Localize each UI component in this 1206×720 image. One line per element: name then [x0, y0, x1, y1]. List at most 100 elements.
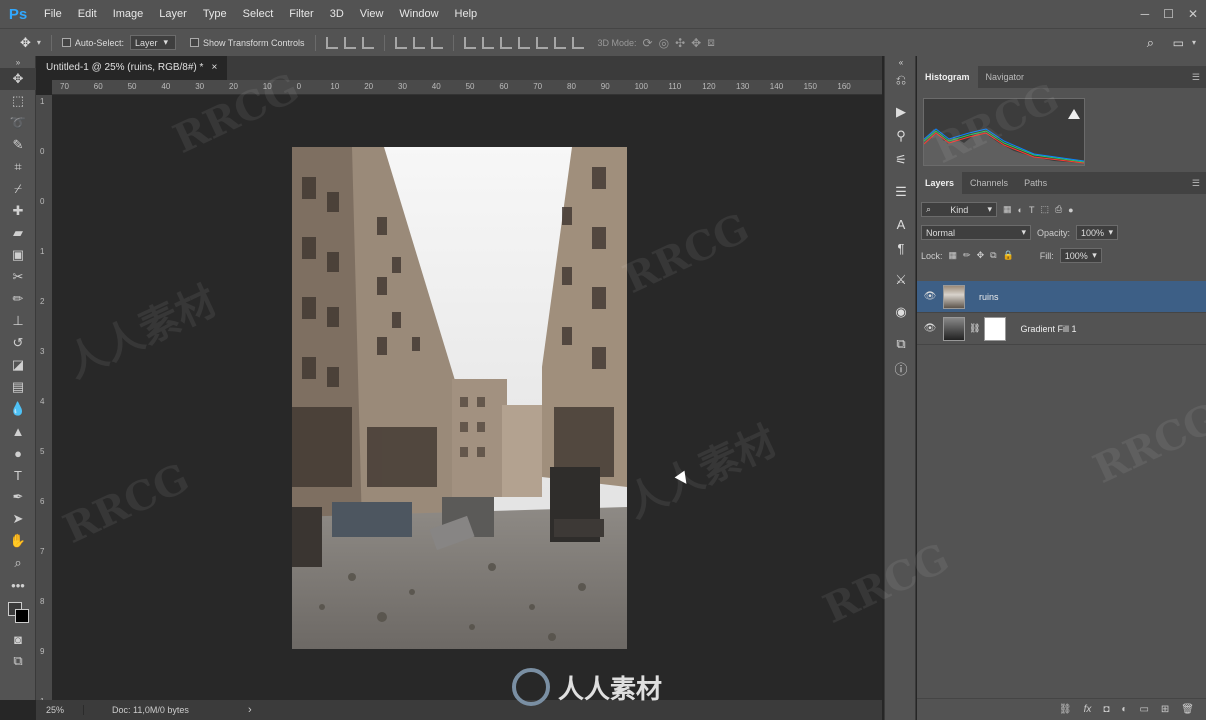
menu-image[interactable]: Image [105, 0, 152, 28]
menu-select[interactable]: Select [235, 0, 282, 28]
tab-channels[interactable]: Channels [962, 172, 1016, 194]
distribute-top-icon[interactable] [463, 36, 476, 49]
orbit-3d-icon[interactable]: ⟳ [643, 36, 653, 50]
tab-navigator[interactable]: Navigator [978, 66, 1033, 88]
lasso-tool-icon[interactable]: ➰ [0, 112, 36, 134]
distribute-right-icon[interactable] [553, 36, 566, 49]
frame-tool-icon[interactable]: ▣ [0, 244, 36, 266]
puppet-tool-icon[interactable]: ✂ [0, 266, 36, 288]
filter-adjustment-icon[interactable]: ◐ [1018, 205, 1023, 215]
properties-icon[interactable]: ☰ [885, 180, 917, 204]
collapse-icon[interactable]: » [0, 56, 36, 68]
bandaid-tool-icon[interactable]: ▰ [0, 222, 36, 244]
document-canvas[interactable] [292, 147, 627, 649]
menu-type[interactable]: Type [195, 0, 235, 28]
dodge-tool-icon[interactable]: ● [0, 442, 36, 464]
info-icon[interactable]: ⓘ [885, 356, 917, 380]
checkbox-icon[interactable] [189, 38, 199, 47]
eye-icon[interactable]: 👁 [917, 323, 943, 334]
quick-select-tool-icon[interactable]: ✎ [0, 134, 36, 156]
menu-window[interactable]: Window [391, 0, 446, 28]
menu-help[interactable]: Help [447, 0, 486, 28]
lock-all-icon[interactable]: 🔒 [1003, 250, 1014, 261]
close-icon[interactable]: × [211, 56, 217, 80]
healing-brush-tool-icon[interactable]: ✚ [0, 200, 36, 222]
menu-3d[interactable]: 3D [322, 0, 352, 28]
clone-stamp-tool-icon[interactable]: ⊥ [0, 310, 36, 332]
menu-view[interactable]: View [352, 0, 392, 28]
search-icon[interactable]: ⌕ [1147, 35, 1154, 51]
distribute-bottom-icon[interactable] [499, 36, 512, 49]
gradient-tool-icon[interactable]: ▤ [0, 376, 36, 398]
scale-3d-icon[interactable]: ⧈ [707, 35, 715, 50]
tab-paths[interactable]: Paths [1016, 172, 1055, 194]
align-hcenter-icon[interactable] [412, 36, 425, 49]
tab-histogram[interactable]: Histogram [917, 66, 978, 88]
lock-transparent-icon[interactable]: ▦ [949, 250, 958, 261]
zoom-level-field[interactable]: 25% [36, 705, 84, 715]
layer-row-gradient-fill[interactable]: 👁 ⛓ Gradient Fill 1 [917, 313, 1206, 345]
crop-tool-icon[interactable]: ⌗ [0, 156, 36, 178]
background-color-swatch[interactable] [15, 609, 29, 623]
panel-menu-icon[interactable]: ☰ [1192, 178, 1206, 189]
document-info[interactable]: Doc: 11,0M/0 bytes [84, 705, 244, 715]
brush-tool-icon[interactable]: ✏ [0, 288, 36, 310]
canvas-area[interactable] [52, 95, 882, 700]
align-vcenter-icon[interactable] [343, 36, 356, 49]
marquee-tool-icon[interactable]: ⬚ [0, 90, 36, 112]
hand-tool-icon[interactable]: ✋ [0, 530, 36, 552]
menu-layer[interactable]: Layer [151, 0, 195, 28]
lock-image-icon[interactable]: ✏ [963, 250, 971, 261]
move-tool-icon[interactable]: ✥ [20, 35, 31, 51]
warning-icon[interactable] [1068, 109, 1080, 119]
close-icon[interactable]: ✕ [1188, 7, 1198, 21]
chevron-down-icon[interactable]: ▾ [37, 38, 41, 47]
distribute-left-icon[interactable] [517, 36, 530, 49]
adjustments-icon[interactable]: ⚟ [885, 148, 917, 172]
type-tool-icon[interactable]: T [0, 464, 36, 486]
minimize-icon[interactable]: ─ [1141, 7, 1150, 21]
history-icon[interactable]: ⎌ [885, 68, 917, 92]
trash-icon[interactable]: 🗑 [1181, 704, 1194, 715]
pen-tool-icon[interactable]: ✒ [0, 486, 36, 508]
workspace-icon[interactable]: ▭ [1173, 36, 1184, 50]
tab-layers[interactable]: Layers [917, 172, 963, 194]
character-icon[interactable]: A [885, 212, 917, 236]
status-menu-arrow[interactable]: › [248, 704, 252, 716]
brush-settings-icon[interactable]: ⚲ [885, 124, 917, 148]
fill-field[interactable]: 100% ▾ [1059, 248, 1102, 263]
eye-icon[interactable]: 👁 [917, 291, 943, 302]
quick-mask-icon[interactable]: ◙ [0, 628, 36, 650]
blur-tool-icon[interactable]: 💧 [0, 398, 36, 420]
kind-filter-dropdown[interactable]: ⌕ Kind ▾ [921, 202, 997, 217]
show-transform-checkbox[interactable]: Show Transform Controls [189, 38, 305, 48]
tool-presets-icon[interactable]: ⚔ [885, 268, 917, 292]
filter-pixel-icon[interactable]: ▦ [1003, 204, 1012, 215]
lock-artboard-icon[interactable]: ⧉ [990, 250, 996, 261]
filter-smart-object-icon[interactable]: ⎙ [1055, 204, 1062, 215]
new-layer-icon[interactable]: ⊞ [1161, 704, 1169, 715]
align-right-icon[interactable] [430, 36, 443, 49]
fx-icon[interactable]: fx [1084, 704, 1092, 715]
new-group-icon[interactable]: ▭ [1139, 704, 1148, 715]
new-adjustment-icon[interactable]: ◐ [1121, 704, 1127, 715]
zoom-tool-icon[interactable]: ⌕ [0, 552, 36, 574]
collapse-icon[interactable]: « [885, 56, 917, 68]
add-mask-icon[interactable]: ◘ [1103, 704, 1109, 715]
link-icon[interactable]: ⛓ [969, 323, 980, 334]
blend-mode-dropdown[interactable]: Normal ▾ [921, 225, 1031, 240]
eraser-tool-icon[interactable]: ◪ [0, 354, 36, 376]
history-brush-tool-icon[interactable]: ↺ [0, 332, 36, 354]
screen-mode-icon[interactable]: ⧉ [0, 650, 36, 672]
align-bottom-icon[interactable] [361, 36, 374, 49]
auto-align-icon[interactable] [571, 36, 584, 49]
panel-menu-icon[interactable]: ☰ [1192, 72, 1206, 83]
checkbox-icon[interactable] [61, 38, 71, 47]
camera-icon[interactable]: ◉ [885, 300, 917, 324]
path-select-tool-icon[interactable]: ➤ [0, 508, 36, 530]
auto-select-dropdown[interactable]: Layer ▾ [129, 35, 176, 50]
roll-3d-icon[interactable]: ◎ [659, 36, 669, 50]
styles-icon[interactable]: ⧉ [885, 332, 917, 356]
layer-row-ruins[interactable]: 👁 ruins [917, 281, 1206, 313]
eyedropper-tool-icon[interactable]: ⌿ [0, 178, 36, 200]
